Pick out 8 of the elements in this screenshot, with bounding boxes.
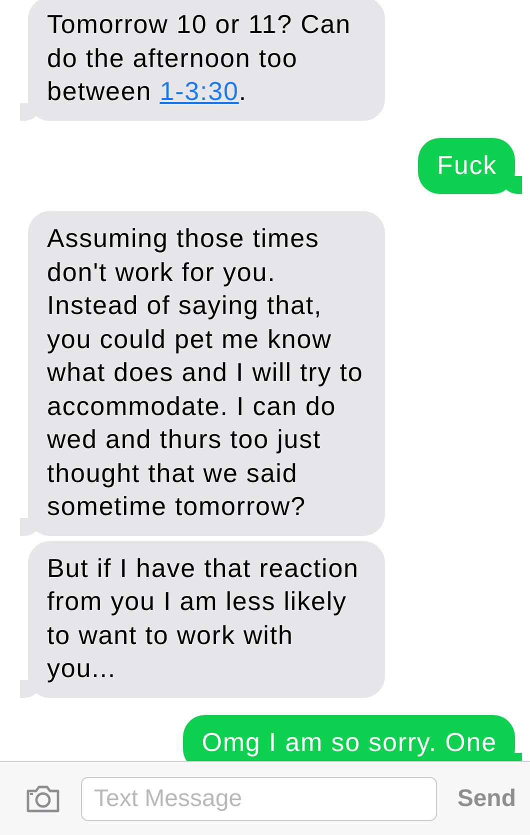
message-field[interactable]: Text Message [81,776,438,820]
camera-icon[interactable] [25,784,61,812]
send-button[interactable]: Send [457,784,516,812]
message-bubble: Tomorrow 10 or 11? Can do the afternoon too between 1-3:30. [28,0,385,120]
time-link[interactable]: 1-3:30 [160,76,239,106]
message-bubble: Assuming those times don't work for you. Instead of saying that, you could pet me know what does and I will try to accommodate. I can do wed and thurs too just thought that we said sometime tomorrow? [28,211,385,536]
message-bubble: But if I have that reaction from you I am less likely to want to work with you... [28,540,385,698]
message-bubble: Fuck [418,138,515,194]
